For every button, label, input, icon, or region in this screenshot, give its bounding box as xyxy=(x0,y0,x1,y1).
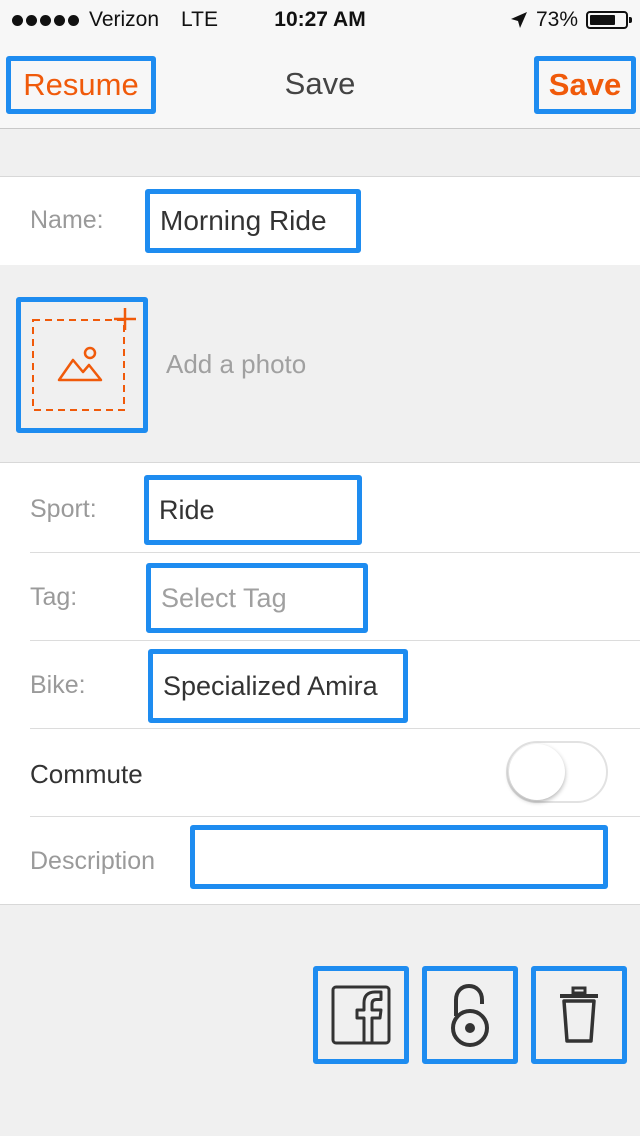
tag-label: Tag: xyxy=(30,583,78,611)
commute-label: Commute xyxy=(30,759,143,789)
name-label: Name: xyxy=(30,206,104,234)
row-divider xyxy=(30,640,640,641)
sport-selector[interactable]: Ride xyxy=(144,475,362,545)
location-arrow-icon xyxy=(510,12,527,28)
privacy-button[interactable] xyxy=(422,966,518,1064)
add-photo-icon xyxy=(32,308,136,411)
toggle-knob xyxy=(509,744,565,800)
description-label: Description xyxy=(30,847,156,875)
battery-percent: 73% xyxy=(535,8,578,31)
activity-details-section: Sport: Ride Tag: Select Tag Bike: Specia… xyxy=(0,462,640,905)
name-input[interactable]: Morning Ride xyxy=(145,189,361,253)
sport-label: Sport: xyxy=(30,495,97,523)
status-right: 73% xyxy=(510,8,632,32)
photo-section: Add a photo xyxy=(0,265,640,462)
description-input[interactable] xyxy=(190,825,608,889)
navigation-bar: Resume Save Save xyxy=(0,42,640,129)
add-photo-label: Add a photo xyxy=(166,349,307,379)
bike-selector[interactable]: Specialized Amira xyxy=(148,649,408,723)
row-divider xyxy=(30,816,640,817)
status-bar: Verizon LTE 10:27 AM 73% xyxy=(0,0,640,42)
battery-level xyxy=(590,15,615,25)
bike-label: Bike: xyxy=(30,671,86,699)
save-button[interactable]: Save xyxy=(534,56,636,114)
row-divider xyxy=(30,728,640,729)
unlock-icon xyxy=(451,983,489,1047)
battery-icon xyxy=(586,11,632,29)
delete-button[interactable] xyxy=(531,966,627,1064)
trash-icon xyxy=(560,986,598,1043)
tag-selector[interactable]: Select Tag xyxy=(146,563,368,633)
add-photo-button[interactable] xyxy=(16,297,148,433)
facebook-icon xyxy=(331,985,391,1045)
facebook-share-button[interactable] xyxy=(313,966,409,1064)
name-section: Name: Morning Ride xyxy=(0,176,640,266)
commute-toggle[interactable] xyxy=(506,741,608,803)
row-divider xyxy=(30,552,640,553)
